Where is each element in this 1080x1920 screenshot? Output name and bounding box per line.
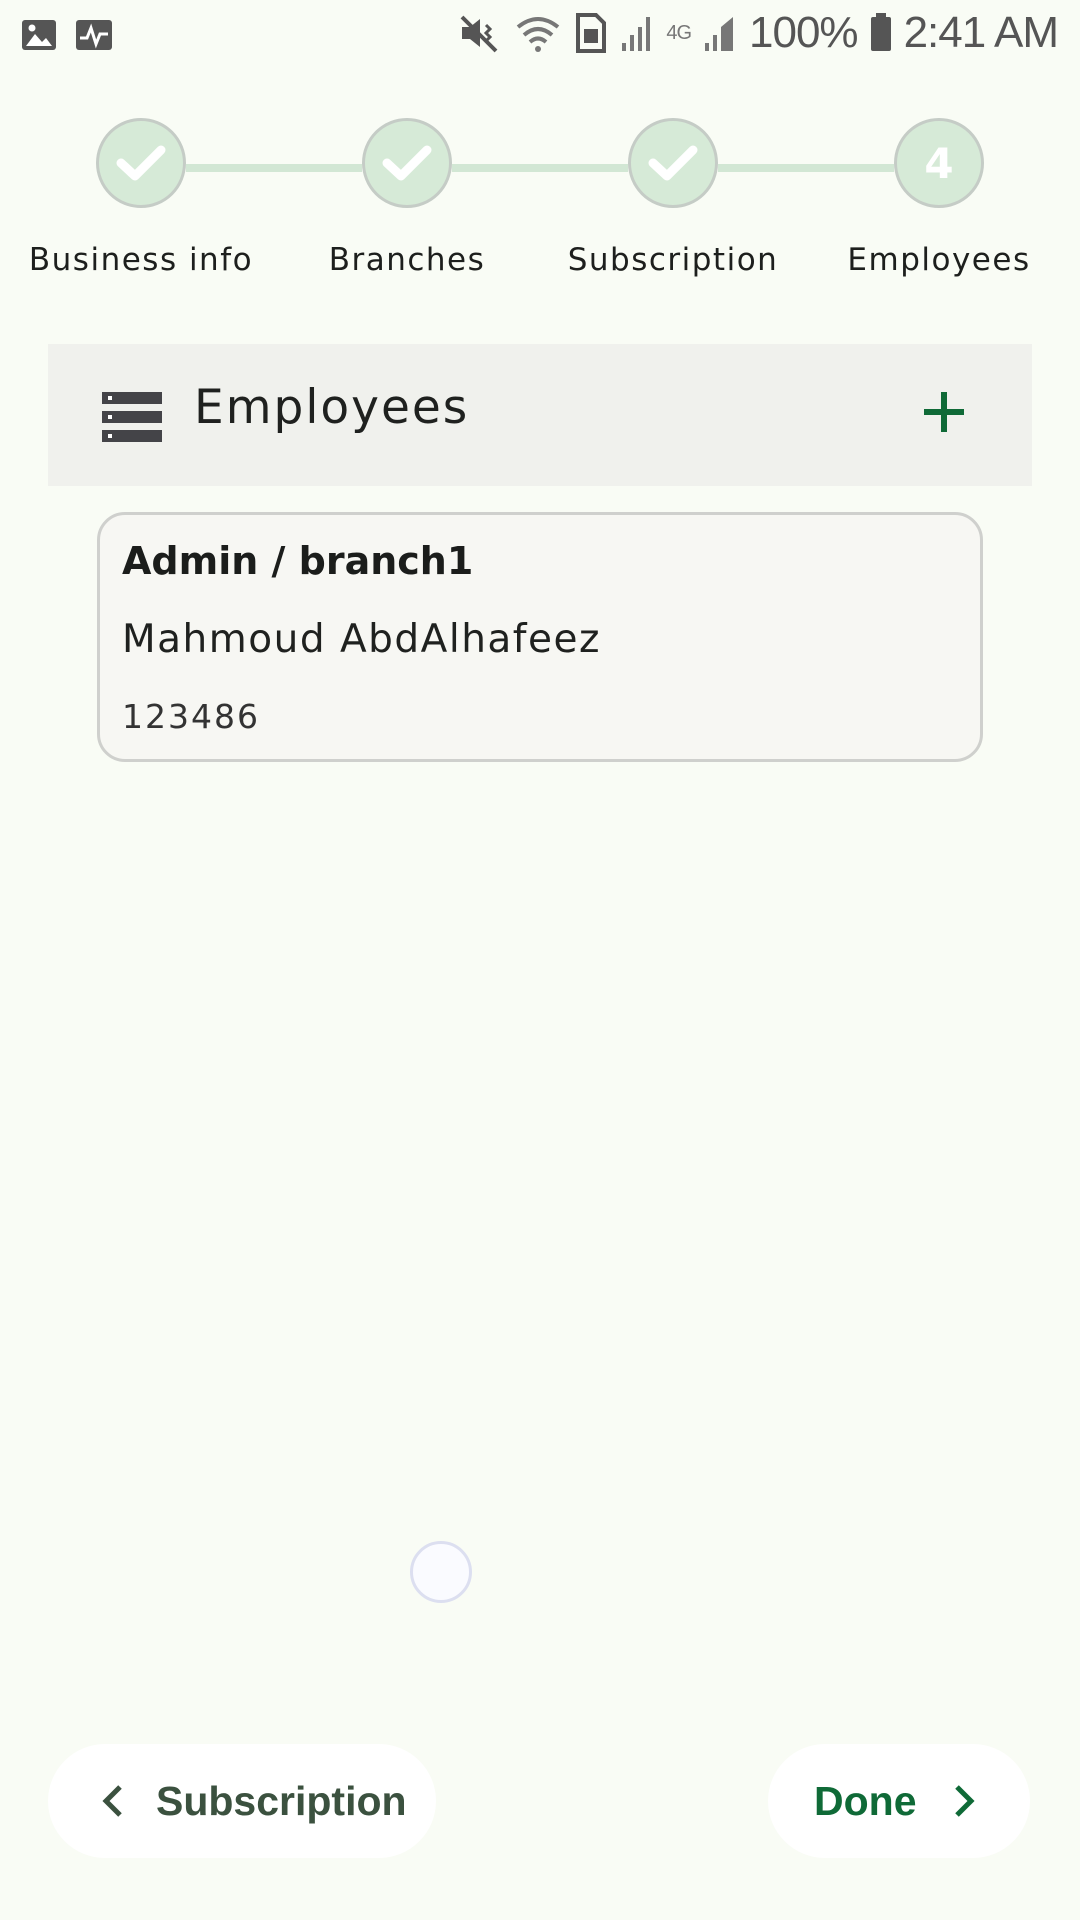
list-icon — [102, 392, 162, 442]
step-label: Branches — [328, 242, 486, 278]
step-branches[interactable]: Branches — [277, 118, 537, 278]
chevron-left-icon — [102, 1785, 122, 1817]
step-circle: 4 — [894, 118, 984, 208]
step-label: Subscription — [567, 242, 779, 278]
step-number: 4 — [924, 138, 954, 188]
employee-code: 123486 — [122, 697, 260, 736]
employee-role-branch: Admin / branch1 — [122, 539, 474, 583]
mute-icon — [460, 15, 498, 53]
wifi-icon — [517, 17, 560, 52]
back-button-label: Subscription — [156, 1777, 407, 1824]
employees-section-header: Employees — [48, 344, 1032, 486]
sim-icon — [576, 13, 607, 53]
battery-percent: 100% — [749, 8, 859, 57]
chevron-right-icon — [954, 1785, 975, 1817]
status-bar: 4G 100% 2:41 AM — [0, 0, 1080, 75]
step-label: Business info — [28, 242, 254, 278]
add-employee-button[interactable] — [922, 390, 966, 434]
step-business-info[interactable]: Business info — [11, 118, 271, 278]
step-circle — [96, 118, 186, 208]
section-title: Employees — [194, 380, 470, 435]
activity-icon — [76, 20, 112, 50]
battery-icon — [870, 13, 891, 51]
signal-icon — [705, 17, 734, 51]
check-icon — [116, 145, 166, 181]
done-button-label: Done — [814, 1777, 917, 1824]
step-subscription[interactable]: Subscription — [543, 118, 803, 278]
check-icon — [648, 145, 698, 181]
clock: 2:41 AM — [903, 8, 1059, 57]
signal-icon — [622, 17, 651, 51]
loading-indicator — [410, 1541, 472, 1603]
step-circle — [362, 118, 452, 208]
step-employees[interactable]: 4 Employees — [809, 118, 1069, 278]
employee-name: Mahmoud AbdAlhafeez — [122, 617, 601, 662]
plus-icon — [924, 392, 964, 432]
network-type: 4G — [666, 21, 692, 44]
gallery-icon — [22, 20, 56, 50]
step-label: Employees — [847, 242, 1031, 278]
step-circle — [628, 118, 718, 208]
back-subscription-button[interactable]: Subscription — [48, 1744, 436, 1858]
check-icon — [382, 145, 432, 181]
progress-stepper: Business info Branches Subscription 4 Em… — [0, 118, 1080, 338]
employee-card[interactable]: Admin / branch1 Mahmoud AbdAlhafeez 1234… — [97, 512, 983, 762]
done-button[interactable]: Done — [768, 1744, 1030, 1858]
